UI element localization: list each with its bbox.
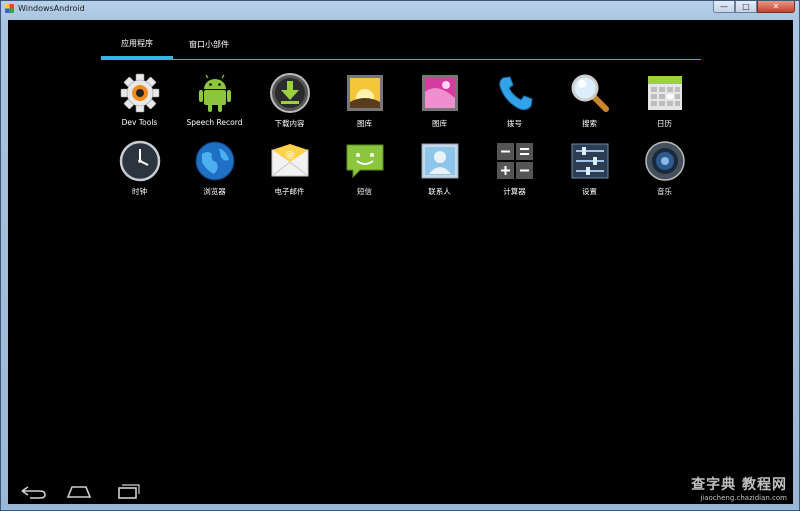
- app-label: 图库: [432, 119, 447, 128]
- watermark-main: 查字典 教程网: [691, 477, 787, 493]
- email-icon: @: [269, 140, 311, 182]
- navigation-bar: 查字典 教程网 jiaocheng.chazidian.com: [8, 477, 793, 504]
- magnifier-icon: [569, 72, 611, 114]
- minimize-button[interactable]: —: [713, 1, 735, 13]
- android-robot-icon: [194, 72, 236, 114]
- app-settings[interactable]: 设置: [552, 140, 627, 200]
- app-label: 电子邮件: [274, 187, 305, 196]
- home-icon: [66, 486, 92, 498]
- tab-apps[interactable]: 应用程序: [101, 30, 173, 59]
- app-contacts[interactable]: 联系人: [402, 140, 477, 200]
- recents-button[interactable]: [112, 482, 142, 500]
- app-label: 时钟: [132, 187, 147, 196]
- app-speech-record[interactable]: Speech Record: [177, 72, 252, 132]
- close-button[interactable]: ✕: [757, 1, 795, 13]
- app-gallery-2[interactable]: 图库: [402, 72, 477, 132]
- app-label: 下载内容: [274, 119, 305, 128]
- app-dialer[interactable]: 拨号: [477, 72, 552, 132]
- window-title: WindowsAndroid: [18, 4, 85, 13]
- phone-icon: [494, 72, 536, 114]
- watermark-sub: jiaocheng.chazidian.com: [700, 494, 787, 502]
- windows-android-icon: [5, 4, 14, 13]
- app-label: 日历: [657, 119, 672, 128]
- launcher-tabs: 应用程序 窗口小部件: [101, 30, 245, 59]
- app-label: 拨号: [507, 119, 522, 128]
- message-icon: [344, 140, 386, 182]
- tab-widgets[interactable]: 窗口小部件: [173, 30, 245, 58]
- app-email[interactable]: @ 电子邮件: [252, 140, 327, 200]
- app-clock[interactable]: 时钟: [102, 140, 177, 200]
- app-label: Dev Tools: [121, 118, 158, 127]
- home-button[interactable]: [64, 482, 94, 500]
- recents-icon: [118, 484, 140, 499]
- app-dev-tools[interactable]: Dev Tools: [102, 72, 177, 132]
- app-calculator[interactable]: 计算器: [477, 140, 552, 200]
- download-icon: [269, 72, 311, 114]
- app-label: 音乐: [657, 187, 672, 196]
- app-label: 联系人: [428, 187, 451, 196]
- gear-icon: [119, 72, 161, 114]
- app-messaging[interactable]: 短信: [327, 140, 402, 200]
- tab-divider: [101, 59, 701, 60]
- app-window: WindowsAndroid — □ ✕ 应用程序 窗口小部件 Dev Tool…: [0, 0, 800, 511]
- app-label: 设置: [582, 187, 597, 196]
- app-search[interactable]: 搜索: [552, 72, 627, 132]
- app-label: 图库: [357, 119, 372, 128]
- gallery-pink-icon: [419, 72, 461, 114]
- app-label: 浏览器: [203, 187, 226, 196]
- maximize-button[interactable]: □: [735, 1, 757, 13]
- app-music[interactable]: 音乐: [627, 140, 702, 200]
- back-icon: [21, 486, 46, 499]
- title-bar[interactable]: WindowsAndroid — □ ✕: [1, 1, 799, 16]
- globe-icon: [194, 140, 236, 182]
- clock-icon: [119, 140, 161, 182]
- android-screen: 应用程序 窗口小部件 Dev Tools Speech Record 下载内容 …: [8, 20, 793, 504]
- speaker-icon: [644, 140, 686, 182]
- back-button[interactable]: [18, 482, 48, 500]
- settings-sliders-icon: [569, 140, 611, 182]
- watermark: 查字典 教程网 jiaocheng.chazidian.com: [691, 474, 787, 502]
- gallery-icon: [344, 72, 386, 114]
- caption-buttons: — □ ✕: [713, 1, 795, 13]
- app-gallery[interactable]: 图库: [327, 72, 402, 132]
- app-label: 计算器: [503, 187, 526, 196]
- app-label: 短信: [357, 187, 372, 196]
- calendar-icon: [644, 72, 686, 114]
- app-calendar[interactable]: 日历: [627, 72, 702, 132]
- app-browser[interactable]: 浏览器: [177, 140, 252, 200]
- app-label: 搜索: [582, 119, 597, 128]
- app-downloads[interactable]: 下载内容: [252, 72, 327, 132]
- calculator-icon: [494, 140, 536, 182]
- app-grid: Dev Tools Speech Record 下载内容 图库 图库 拨号 搜索…: [102, 72, 702, 200]
- svg-text:@: @: [285, 150, 294, 160]
- contacts-icon: [419, 140, 461, 182]
- app-label: Speech Record: [186, 118, 243, 127]
